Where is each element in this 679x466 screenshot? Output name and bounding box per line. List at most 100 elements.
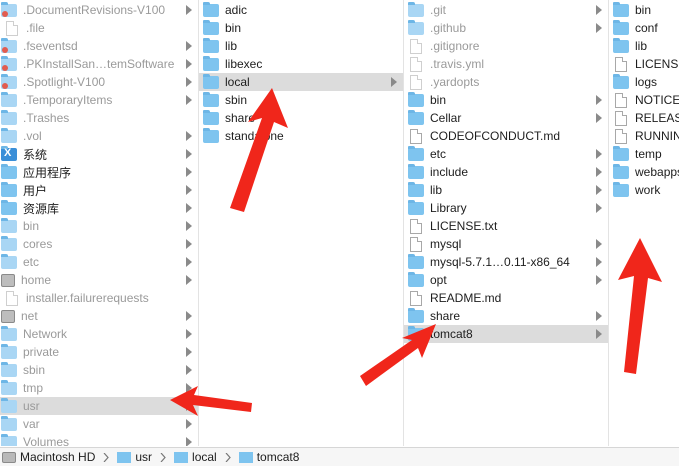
- folder-item[interactable]: sbin: [0, 361, 198, 379]
- folder-item[interactable]: share: [199, 109, 403, 127]
- file-item[interactable]: RELEASE: [609, 109, 679, 127]
- folder-icon: [117, 451, 132, 463]
- folder-item[interactable]: .git: [404, 1, 608, 19]
- path-crumb-label: usr: [135, 450, 153, 464]
- folder-item[interactable]: 应用程序: [0, 163, 198, 181]
- folder-item[interactable]: .Trashes: [0, 109, 198, 127]
- folder-item[interactable]: standalone: [199, 127, 403, 145]
- folder-item[interactable]: opt: [404, 271, 608, 289]
- folder-icon: [1, 253, 17, 269]
- folder-item[interactable]: cores: [0, 235, 198, 253]
- chevron-right-icon: [186, 203, 192, 213]
- folder-item[interactable]: etc: [0, 253, 198, 271]
- folder-item[interactable]: tmp: [0, 379, 198, 397]
- item-label: bin: [23, 219, 40, 233]
- file-icon: [6, 20, 18, 36]
- path-crumb[interactable]: usr: [117, 450, 152, 464]
- folder-item[interactable]: logs: [609, 73, 679, 91]
- item-label: 资源库: [23, 201, 60, 216]
- folder-item[interactable]: 系统: [0, 145, 198, 163]
- network-drive-icon: [1, 309, 15, 323]
- folder-item[interactable]: bin: [0, 217, 198, 235]
- folder-item[interactable]: Cellar: [404, 109, 608, 127]
- folder-item[interactable]: include: [404, 163, 608, 181]
- folder-item[interactable]: conf: [609, 19, 679, 37]
- folder-item[interactable]: sbin: [199, 91, 403, 109]
- folder-item[interactable]: bin: [404, 91, 608, 109]
- path-crumb-label: Macintosh HD: [20, 450, 96, 464]
- item-label: bin: [430, 93, 447, 107]
- file-item[interactable]: .file: [0, 19, 198, 37]
- folder-item[interactable]: .vol: [0, 127, 198, 145]
- folder-item[interactable]: bin: [199, 19, 403, 37]
- file-item[interactable]: .travis.yml: [404, 55, 608, 73]
- file-item[interactable]: CODEOFCONDUCT.md: [404, 127, 608, 145]
- item-label: etc: [430, 147, 447, 161]
- folder-item[interactable]: var: [0, 415, 198, 433]
- folder-item[interactable]: lib: [404, 181, 608, 199]
- column-root[interactable]: .DocumentRevisions-V100 .file .fseventsd .P…: [0, 0, 199, 446]
- folder-item[interactable]: Library: [404, 199, 608, 217]
- restricted-badge-icon: [2, 46, 8, 53]
- folder-item[interactable]: adic: [199, 1, 403, 19]
- folder-item[interactable]: temp: [609, 145, 679, 163]
- folder-item[interactable]: tomcat8: [404, 325, 608, 343]
- path-crumb[interactable]: tomcat8: [238, 450, 299, 464]
- folder-item[interactable]: home: [0, 271, 198, 289]
- file-item[interactable]: .yardopts: [404, 73, 608, 91]
- folder-item[interactable]: libexec: [199, 55, 403, 73]
- folder-item[interactable]: .Spotlight-V100: [0, 73, 198, 91]
- chevron-right-icon: [596, 275, 602, 285]
- chevron-right-icon: [186, 149, 192, 159]
- chevron-right-icon: [596, 203, 602, 213]
- folder-item[interactable]: mysql: [404, 235, 608, 253]
- column-local[interactable]: .git .github .gitignore .travis.yml .yardopt…: [404, 0, 609, 446]
- folder-item[interactable]: bin: [609, 1, 679, 19]
- folder-item[interactable]: etc: [404, 145, 608, 163]
- path-crumb[interactable]: local: [174, 450, 217, 464]
- folder-item[interactable]: private: [0, 343, 198, 361]
- chevron-right-icon: [596, 311, 602, 321]
- item-label: .file: [26, 21, 45, 35]
- file-item[interactable]: LICENSE: [609, 55, 679, 73]
- folder-item[interactable]: local: [199, 73, 403, 91]
- folder-item[interactable]: net: [0, 307, 198, 325]
- column-tomcat8[interactable]: bin conf lib LICENSE logs NOTICE RELEASE RUNNIN…: [609, 0, 679, 446]
- folder-item[interactable]: .TemporaryItems: [0, 91, 198, 109]
- file-icon: [615, 128, 627, 144]
- folder-item[interactable]: 用户: [0, 181, 198, 199]
- folder-icon: [1, 343, 17, 359]
- folder-icon: [613, 181, 629, 197]
- column-usr[interactable]: adic bin lib libexec local sbin share standalon…: [199, 0, 404, 446]
- item-label: lib: [225, 39, 238, 53]
- file-item[interactable]: README.md: [404, 289, 608, 307]
- chevron-right-icon: [103, 452, 110, 462]
- folder-item[interactable]: work: [609, 181, 679, 199]
- folder-item[interactable]: usr: [0, 397, 198, 415]
- folder-item[interactable]: lib: [199, 37, 403, 55]
- file-item[interactable]: RUNNING: [609, 127, 679, 145]
- folder-item[interactable]: lib: [609, 37, 679, 55]
- chevron-right-icon: [596, 95, 602, 105]
- file-item[interactable]: NOTICE: [609, 91, 679, 109]
- folder-item[interactable]: Network: [0, 325, 198, 343]
- item-label: libexec: [225, 57, 263, 71]
- folder-item[interactable]: mysql-5.7.1…0.11-x86_64: [404, 253, 608, 271]
- folder-item[interactable]: .DocumentRevisions-V100: [0, 1, 198, 19]
- folder-icon: [1, 217, 17, 233]
- folder-icon: [613, 145, 629, 161]
- folder-item[interactable]: Volumes: [0, 433, 198, 446]
- folder-item[interactable]: webapps: [609, 163, 679, 181]
- folder-item[interactable]: .github: [404, 19, 608, 37]
- path-crumb[interactable]: Macintosh HD: [2, 450, 95, 464]
- file-item[interactable]: .gitignore: [404, 37, 608, 55]
- file-item[interactable]: installer.failurerequests: [0, 289, 198, 307]
- folder-item[interactable]: .PKInstallSan…temSoftware: [0, 55, 198, 73]
- folder-item[interactable]: 资源库: [0, 199, 198, 217]
- item-label: .yardopts: [430, 75, 480, 89]
- file-item[interactable]: LICENSE.txt: [404, 217, 608, 235]
- chevron-right-icon: [596, 23, 602, 33]
- path-bar: Macintosh HD usr local tomcat8: [0, 447, 679, 466]
- folder-item[interactable]: .fseventsd: [0, 37, 198, 55]
- folder-item[interactable]: share: [404, 307, 608, 325]
